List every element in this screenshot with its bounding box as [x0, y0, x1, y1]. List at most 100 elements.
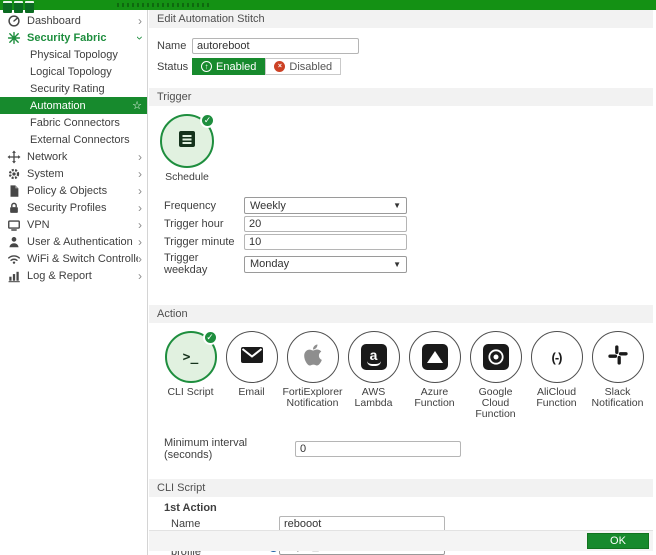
sidebar-item-physical-topology[interactable]: Physical Topology [0, 46, 147, 63]
apple-icon [303, 343, 323, 372]
tile-label: Schedule [165, 172, 209, 183]
top-bar [0, 0, 656, 10]
cli-script-section-header: CLI Script [149, 479, 653, 497]
frequency-select[interactable]: Weekly ▼ [244, 197, 407, 214]
sidebar-item-policy-objects[interactable]: Policy & Objects › [0, 182, 147, 199]
name-input[interactable] [192, 38, 359, 54]
sidebar-item-dashboard[interactable]: Dashboard › [0, 12, 147, 29]
sidebar-item-fabric-connectors[interactable]: Fabric Connectors [0, 114, 147, 131]
action-tile-email[interactable]: Email [221, 331, 282, 420]
topbar-dots-decoration [117, 3, 209, 7]
chevron-right-icon: › [138, 186, 142, 196]
fortinet-logo-icon [3, 1, 34, 13]
sidebar-item-wifi-switch-controller[interactable]: WiFi & Switch Controller › [0, 250, 147, 267]
sidebar-item-network[interactable]: Network › [0, 148, 147, 165]
sidebar: Dashboard › Security Fabric › Physical T… [0, 10, 148, 555]
main-panel: Edit Automation Stitch Name Status ↑ Ena… [149, 10, 656, 555]
google-cloud-icon [483, 344, 509, 370]
chevron-right-icon: › [138, 152, 142, 162]
min-interval-label: Minimum interval (seconds) [164, 437, 295, 461]
sidebar-item-vpn[interactable]: VPN › [0, 216, 147, 233]
sidebar-item-log-report[interactable]: Log & Report › [0, 267, 147, 284]
selected-check-icon: ✓ [200, 113, 215, 128]
trigger-tile-schedule[interactable]: ✓ Schedule [157, 114, 217, 183]
system-icon [6, 167, 21, 181]
chevron-right-icon: › [138, 254, 142, 264]
security-profiles-lock-icon [6, 201, 21, 215]
trigger-weekday-row: Trigger weekday Monday ▼ [149, 252, 656, 276]
trigger-fields: Frequency Weekly ▼ Trigger hour Trigger … [149, 197, 656, 276]
favorite-star-icon[interactable]: ☆ [132, 99, 142, 112]
ok-button[interactable]: OK [587, 533, 649, 549]
footer-bar: OK [149, 530, 653, 551]
sidebar-item-security-profiles[interactable]: Security Profiles › [0, 199, 147, 216]
terminal-icon: >_ [183, 350, 199, 365]
dashboard-icon [6, 14, 21, 28]
vpn-monitor-icon [6, 218, 21, 232]
selected-check-icon: ✓ [203, 330, 218, 345]
email-icon [240, 345, 264, 370]
frequency-row: Frequency Weekly ▼ [149, 197, 656, 214]
trigger-hour-input[interactable] [244, 216, 407, 232]
cli-name-label: Name [171, 518, 279, 530]
trigger-minute-input[interactable] [244, 234, 407, 250]
chevron-right-icon: › [138, 271, 142, 281]
sidebar-item-automation[interactable]: Automation ☆ [0, 97, 147, 114]
trigger-section-header: Trigger [149, 88, 653, 106]
trigger-minute-row: Trigger minute [149, 234, 656, 250]
status-row: Status ↑ Enabled × Disabled [149, 58, 656, 75]
action-tile-google-cloud-function[interactable]: Google Cloud Function [465, 331, 526, 420]
wifi-icon [6, 252, 21, 266]
azure-icon [422, 344, 448, 370]
enabled-up-arrow-icon: ↑ [201, 61, 212, 72]
action-tile-alicloud-function[interactable]: (-) AliCloud Function [526, 331, 587, 420]
chevron-right-icon: › [138, 203, 142, 213]
trigger-hour-label: Trigger hour [164, 218, 244, 230]
chevron-right-icon: › [138, 169, 142, 179]
status-label: Status [157, 61, 192, 73]
action-tile-azure-function[interactable]: Azure Function [404, 331, 465, 420]
action-tile-cli-script[interactable]: >_ ✓ CLI Script [160, 331, 221, 420]
network-icon [6, 150, 21, 164]
sidebar-item-label: Security Fabric [27, 32, 138, 44]
trigger-hour-row: Trigger hour [149, 216, 656, 232]
sidebar-item-logical-topology[interactable]: Logical Topology [0, 63, 147, 80]
user-icon [6, 235, 21, 249]
min-interval-input[interactable] [295, 441, 461, 457]
action-tile-fortiexplorer[interactable]: FortiExplorer Notification [282, 331, 343, 420]
chevron-down-icon: › [135, 36, 145, 40]
chevron-right-icon: › [138, 237, 142, 247]
schedule-icon [175, 127, 199, 156]
log-report-chart-icon [6, 269, 21, 283]
trigger-minute-label: Trigger minute [164, 236, 244, 248]
frequency-label: Frequency [164, 200, 244, 212]
action-tiles: >_ ✓ CLI Script Email [160, 331, 656, 420]
dropdown-caret-icon: ▼ [393, 260, 401, 269]
sidebar-item-external-connectors[interactable]: External Connectors [0, 131, 147, 148]
aws-lambda-icon: a [361, 344, 387, 370]
action-tile-slack-notification[interactable]: Slack Notification [587, 331, 648, 420]
trigger-weekday-label: Trigger weekday [164, 252, 244, 276]
name-label: Name [157, 40, 192, 52]
sidebar-item-system[interactable]: System › [0, 165, 147, 182]
action-section-header: Action [149, 305, 653, 323]
action-tile-aws-lambda[interactable]: a AWS Lambda [343, 331, 404, 420]
name-row: Name [149, 38, 656, 54]
chevron-right-icon: › [138, 16, 142, 26]
sidebar-item-user-authentication[interactable]: User & Authentication › [0, 233, 147, 250]
trigger-weekday-select[interactable]: Monday ▼ [244, 256, 407, 273]
status-enabled-button[interactable]: ↑ Enabled [192, 58, 265, 75]
alicloud-icon: (-) [552, 350, 562, 365]
sidebar-item-security-fabric[interactable]: Security Fabric › [0, 29, 147, 46]
policy-objects-icon [6, 184, 21, 198]
status-toggle: ↑ Enabled × Disabled [192, 58, 341, 75]
first-action-label: 1st Action [149, 502, 656, 514]
security-fabric-icon [6, 31, 21, 45]
dropdown-caret-icon: ▼ [393, 201, 401, 210]
min-interval-row: Minimum interval (seconds) [149, 437, 656, 461]
sidebar-item-security-rating[interactable]: Security Rating [0, 80, 147, 97]
slack-icon [607, 344, 629, 371]
chevron-right-icon: › [138, 220, 142, 230]
disabled-x-icon: × [274, 61, 285, 72]
status-disabled-button[interactable]: × Disabled [265, 58, 341, 75]
